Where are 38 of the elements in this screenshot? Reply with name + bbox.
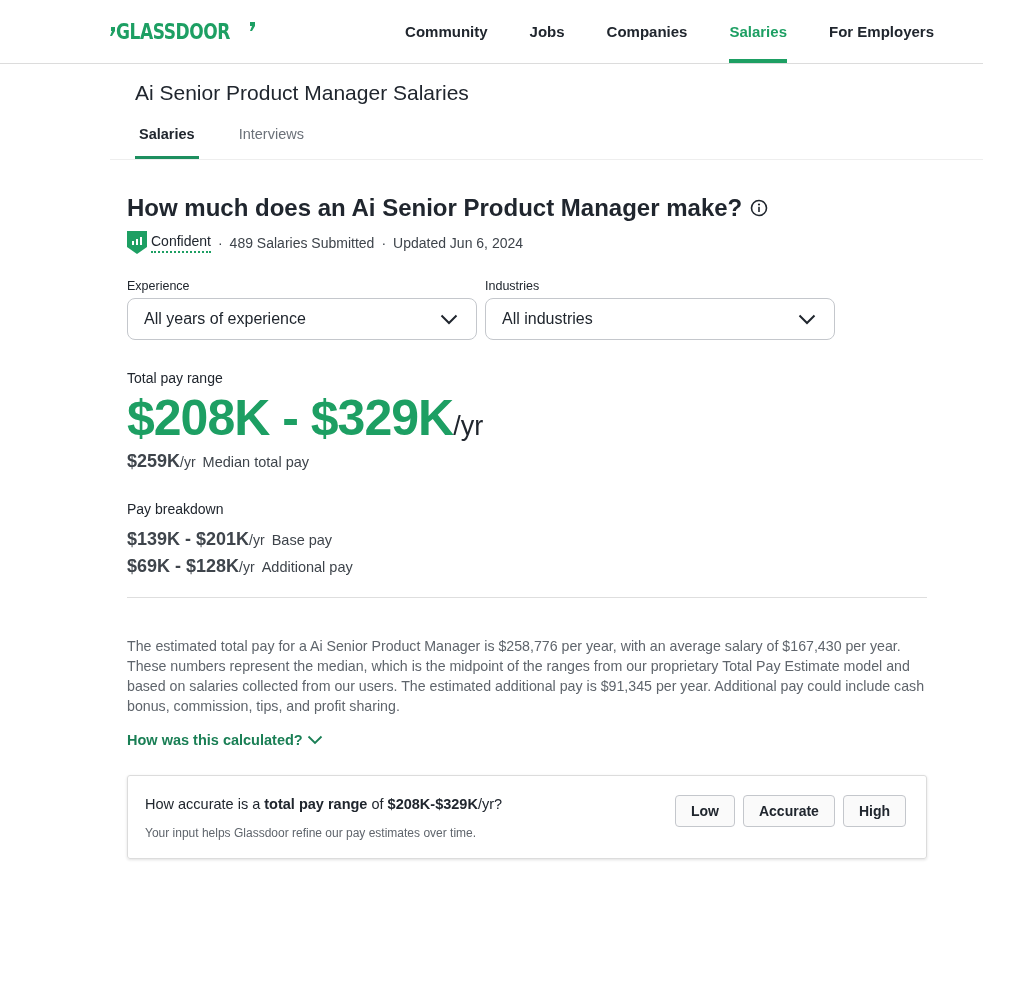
pay-type-label: Additional pay [261, 559, 353, 575]
nav-link[interactable]: Companies [606, 0, 688, 63]
tab[interactable]: Salaries [135, 117, 199, 159]
dropdown[interactable]: All years of experience [127, 298, 477, 340]
confidence-badge-icon [127, 231, 147, 254]
separator-dot: · [381, 234, 387, 251]
pay-breakdown-label: Pay breakdown [127, 501, 225, 517]
info-icon[interactable] [750, 199, 769, 217]
tab[interactable]: Interviews [234, 117, 308, 159]
pay-range: $69K - $128K/yr [127, 556, 255, 577]
nav-link[interactable]: Jobs [529, 0, 565, 63]
confidence-label[interactable]: Confident [151, 232, 211, 253]
calculation-link[interactable]: How was this calculated? [127, 732, 323, 748]
meta-text: Updated Jun 6, 2024 [393, 234, 524, 251]
rating-button[interactable]: Accurate [742, 795, 835, 827]
pay-type-label: Median total pay [202, 454, 309, 470]
chevron-down-icon [306, 735, 323, 745]
separator-dot: · [217, 234, 223, 251]
total-pay-label: Total pay range [127, 370, 224, 386]
rating-button[interactable]: High [842, 795, 906, 827]
nav-link[interactable]: Community [405, 0, 488, 63]
median-pay: $259K/yr [127, 451, 196, 472]
meta-text: 489 Salaries Submitted [229, 234, 375, 251]
nav-link[interactable]: For Employers [828, 0, 934, 63]
filter-label: Experience [127, 279, 191, 293]
dropdown[interactable]: All industries [485, 298, 835, 340]
description: The estimated total pay for a Ai Senior Product Manager is $258,776 per year, with an average salary of $167,430 per year. These numbers represent the median, which is the midpoint of the ranges from our proprietary Total Pay Estimate model and based on salaries collected from our users. The estimated additional pay is $91,345 per year. Additional pay could include cash bonus, commission, tips, and profit sharing. [127, 637, 926, 716]
feedback-question: How accurate is a total pay range of $208K-$329K/yr? [145, 796, 503, 812]
chevron-down-icon [440, 313, 458, 325]
filter-label: Industries [485, 279, 541, 293]
pay-range: $139K - $201K/yr [127, 529, 265, 550]
heading: How much does an Ai Senior Product Manager make? [127, 194, 743, 222]
page-title: Ai Senior Product Manager Salaries [134, 80, 470, 105]
pay-type-label: Base pay [271, 532, 333, 548]
feedback-note: Your input helps Glassdoor refine our pay estimates over time. [145, 826, 478, 840]
rating-button[interactable]: Low [674, 795, 735, 827]
chevron-down-icon [798, 313, 816, 325]
total-pay-range: $208K - $329K/yr [127, 389, 485, 447]
